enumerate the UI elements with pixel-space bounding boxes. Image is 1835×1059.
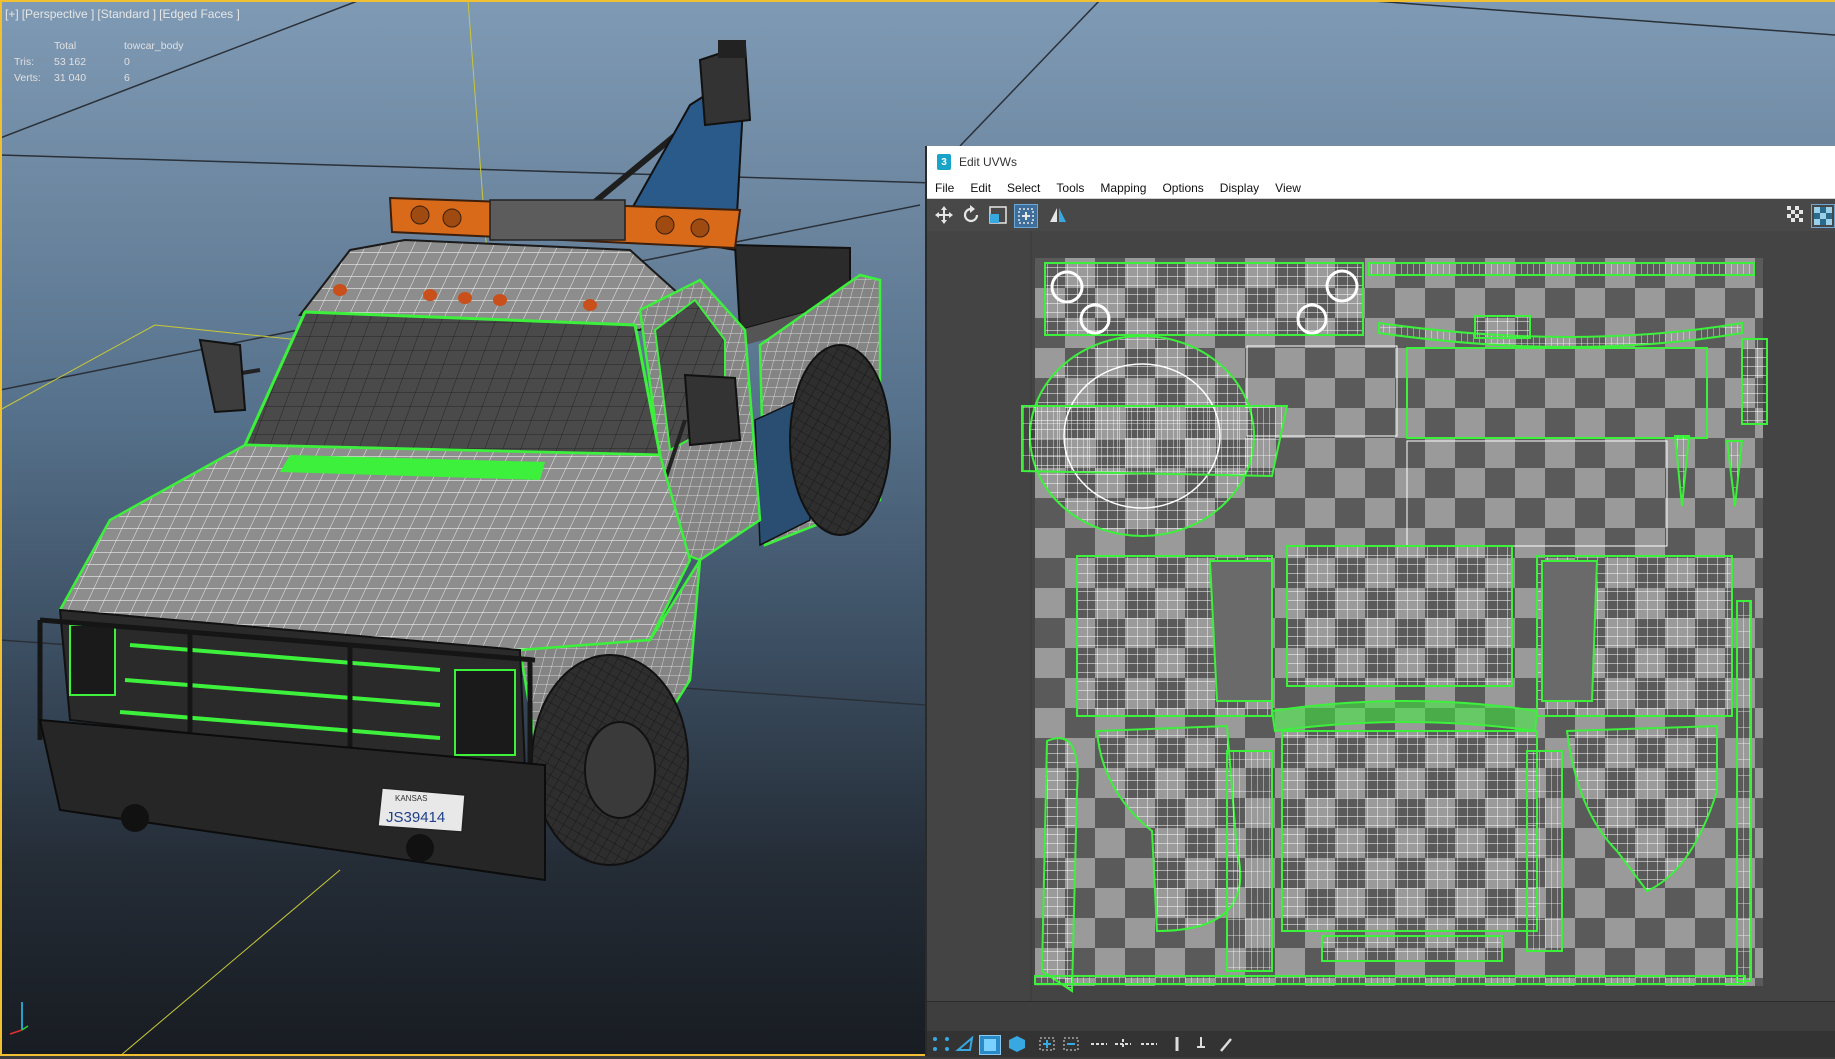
freeform-icon[interactable] <box>1014 204 1038 228</box>
windshield <box>242 310 662 457</box>
stats-total: 53 162 <box>54 56 87 68</box>
stats-header-total: Total <box>54 40 77 52</box>
tow-truck-model: KANSAS JS39414 <box>37 40 891 882</box>
menu-options[interactable]: Options <box>1162 181 1203 195</box>
vertex-select-icon[interactable] <box>931 1035 951 1053</box>
license-plate: KANSAS JS39414 <box>377 787 466 833</box>
stats-total: 31 040 <box>54 72 87 84</box>
menu-view[interactable]: View <box>1275 181 1301 195</box>
stats-label: Verts: <box>14 72 41 84</box>
app-icon: 3 <box>937 154 951 170</box>
uv-menubar: File Edit Select Tools Mapping Options D… <box>927 178 1835 199</box>
rear-wheel <box>789 344 891 536</box>
viewport-shading-standard[interactable]: [Standard ] <box>97 7 156 21</box>
edge-select-icon[interactable] <box>955 1035 975 1053</box>
plate-number: JS39414 <box>386 809 445 826</box>
uv-canvas[interactable] <box>927 231 1835 1001</box>
straighten-icon[interactable] <box>1167 1035 1187 1053</box>
edit-uvws-window[interactable]: 3 Edit UVWs File Edit Select Tools Mappi… <box>925 146 1835 1057</box>
headlight-right <box>454 669 516 756</box>
pin-icon[interactable] <box>1191 1035 1211 1053</box>
viewport-shading-edged[interactable]: [Edged Faces ] <box>159 7 240 21</box>
viewport-menu-plus[interactable]: [+] <box>5 7 19 21</box>
uv-toolbar <box>927 199 1835 232</box>
menu-display[interactable]: Display <box>1220 181 1259 195</box>
rotate-icon[interactable] <box>960 204 982 226</box>
ring-icon[interactable] <box>1113 1035 1133 1053</box>
uv-selection-toolbar <box>927 1031 1835 1057</box>
checker-toggle-icon[interactable] <box>1785 204 1807 226</box>
headlight-left <box>69 624 116 696</box>
paint-icon[interactable] <box>1217 1035 1237 1053</box>
menu-tools[interactable]: Tools <box>1056 181 1084 195</box>
menu-select[interactable]: Select <box>1007 181 1040 195</box>
statistics-overlay: Total towcar_body Tris: 53 162 0 Verts: … <box>14 38 184 86</box>
loop-icon[interactable] <box>1089 1035 1109 1053</box>
mirror-icon[interactable] <box>1047 204 1069 226</box>
stats-row-verts: Verts: 31 040 6 <box>14 70 184 86</box>
face-select-icon[interactable] <box>979 1035 1001 1055</box>
menu-mapping[interactable]: Mapping <box>1100 181 1146 195</box>
stats-object: 0 <box>124 56 130 68</box>
stats-label: Tris: <box>14 56 35 68</box>
front-wheel <box>531 654 689 866</box>
stats-object: 6 <box>124 72 130 84</box>
align-icon[interactable] <box>1139 1035 1159 1053</box>
side-mirror-left <box>198 338 261 414</box>
menu-file[interactable]: File <box>935 181 954 195</box>
uv-bottom-panel <box>927 1001 1835 1057</box>
uv-titlebar[interactable]: 3 Edit UVWs <box>927 146 1835 178</box>
stats-row-tris: Tris: 53 162 0 <box>14 54 184 70</box>
element-select-icon[interactable] <box>1007 1035 1027 1053</box>
plate-state: KANSAS <box>395 794 427 803</box>
grow-icon[interactable] <box>1037 1035 1057 1053</box>
checker-map-icon[interactable] <box>1811 204 1835 228</box>
move-icon[interactable] <box>933 204 955 226</box>
viewport-label[interactable]: [+] [Perspective ] [Standard ] [Edged Faces… <box>5 7 243 21</box>
stats-header-object: towcar_body <box>124 40 184 52</box>
shrink-icon[interactable] <box>1061 1035 1081 1053</box>
viewport-view-label[interactable]: [Perspective ] <box>22 7 95 21</box>
scale-icon[interactable] <box>987 204 1009 226</box>
menu-edit[interactable]: Edit <box>970 181 991 195</box>
uv-canvas-drawing[interactable] <box>927 231 1835 1001</box>
window-title: Edit UVWs <box>959 155 1018 169</box>
